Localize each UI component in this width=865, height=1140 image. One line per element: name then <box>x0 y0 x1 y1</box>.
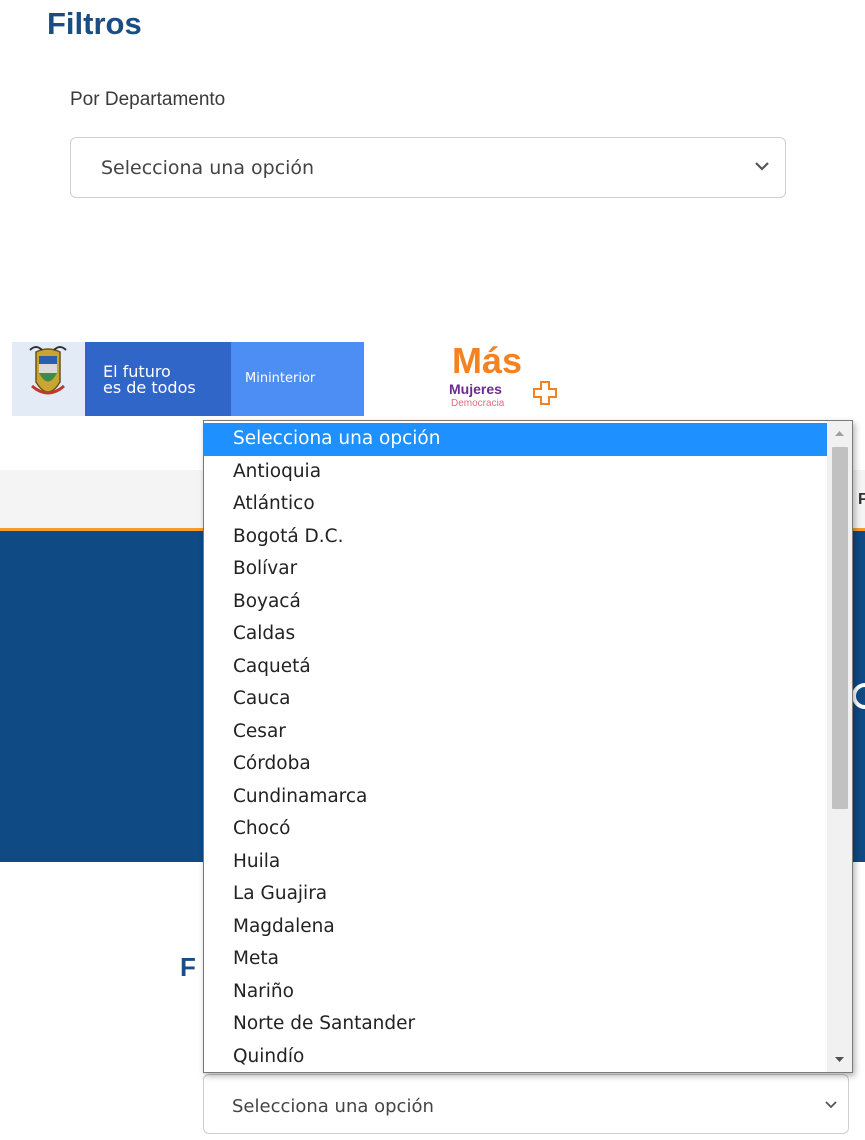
dropdown-options: Selecciona una opción Antioquia Atlántico B… <box>204 423 828 1073</box>
dropdown-option[interactable]: Cundinamarca <box>204 781 828 814</box>
chevron-down-icon <box>825 1101 837 1109</box>
government-slogan: El futuro es de todos <box>85 342 231 416</box>
dropdown-option[interactable]: Magdalena <box>204 911 828 944</box>
dropdown-option[interactable]: Boyacá <box>204 586 828 619</box>
dropdown-option[interactable]: Bogotá D.C. <box>204 521 828 554</box>
department-dropdown-list[interactable]: Selecciona una opción Antioquia Atlántico B… <box>203 420 853 1073</box>
ministry-label: Mininterior <box>245 371 316 386</box>
department-select[interactable]: Selecciona una opción <box>70 137 786 198</box>
dropdown-option[interactable]: Atlántico <box>204 488 828 521</box>
colombia-shield <box>12 342 85 416</box>
logo-mujeres: Mujeres <box>449 381 502 397</box>
dropdown-option[interactable]: Nariño <box>204 976 828 1009</box>
dropdown-option[interactable]: Bolívar <box>204 553 828 586</box>
department-select-embedded[interactable]: Selecciona una opción <box>203 1074 849 1134</box>
dropdown-option[interactable]: Caquetá <box>204 651 828 684</box>
department-label: Por Departamento <box>70 89 226 110</box>
logo-mas: Más <box>452 340 523 381</box>
scroll-down-arrow-icon[interactable] <box>827 1048 852 1072</box>
filters-title: Filtros <box>47 6 142 41</box>
slogan-line-2: es de todos <box>103 378 196 397</box>
dropdown-option[interactable]: Norte de Santander <box>204 1008 828 1041</box>
slogan-line-1: El futuro <box>103 362 171 381</box>
ministry-link[interactable]: Mininterior <box>231 342 364 416</box>
colombia-shield-icon <box>29 346 67 395</box>
dropdown-option[interactable]: Chocó <box>204 813 828 846</box>
government-banner: El futuro es de todos Mininterior <box>12 342 364 416</box>
logo-democracia: Democracia <box>451 398 505 409</box>
scroll-up-arrow-icon[interactable] <box>827 421 852 445</box>
dropdown-option[interactable]: Huila <box>204 846 828 879</box>
department-select-value: Selecciona una opción <box>101 157 315 179</box>
nav-item-peek[interactable]: F <box>858 491 865 509</box>
mas-mujeres-logo: Más Mujeres Democracia <box>448 340 568 414</box>
dropdown-option[interactable]: Caldas <box>204 618 828 651</box>
chevron-down-icon <box>755 162 769 171</box>
dropdown-scrollbar[interactable] <box>827 421 852 1072</box>
embedded-select-value: Selecciona una opción <box>232 1096 434 1117</box>
dropdown-option[interactable]: Córdoba <box>204 748 828 781</box>
dropdown-option[interactable]: Quindío <box>204 1041 828 1073</box>
dropdown-option[interactable]: La Guajira <box>204 878 828 911</box>
dropdown-option[interactable]: Antioquia <box>204 456 828 489</box>
scrollbar-thumb[interactable] <box>832 447 848 809</box>
dropdown-option[interactable]: Cauca <box>204 683 828 716</box>
plus-icon <box>533 381 557 405</box>
section-title-peek: F <box>180 952 196 982</box>
dropdown-option[interactable]: Cesar <box>204 716 828 749</box>
dropdown-option[interactable]: Meta <box>204 943 828 976</box>
dropdown-option-selected[interactable]: Selecciona una opción <box>204 423 828 456</box>
